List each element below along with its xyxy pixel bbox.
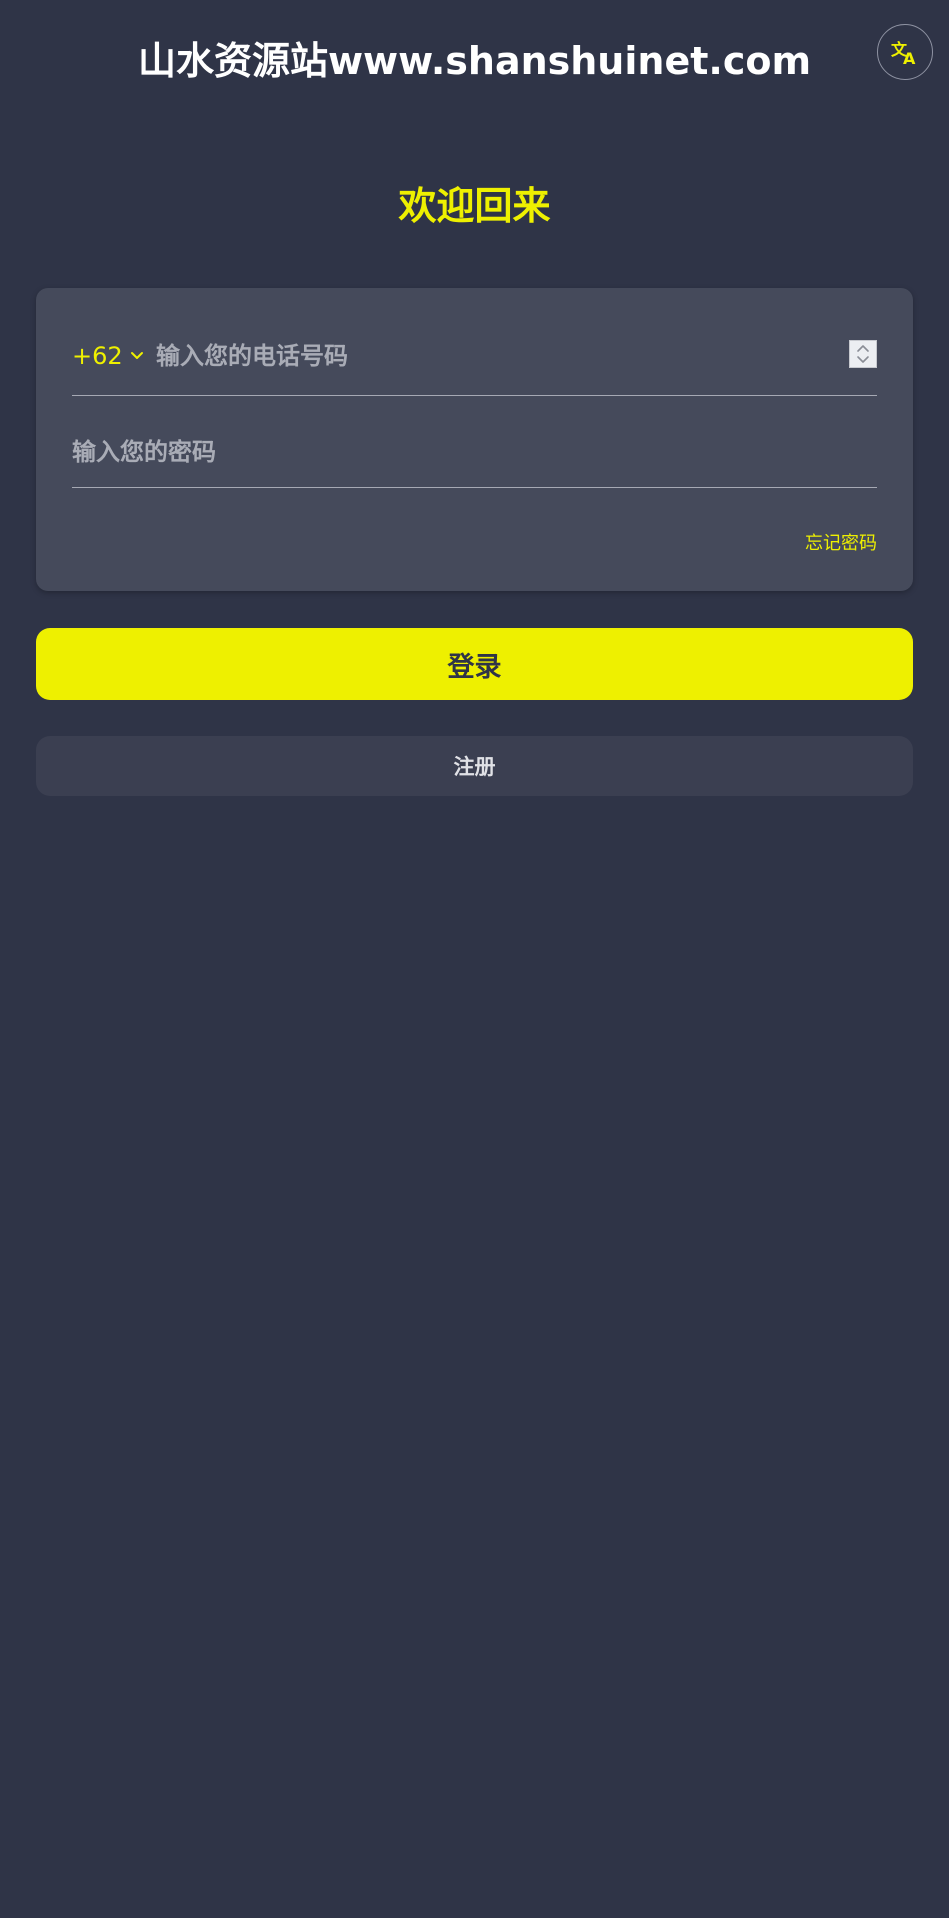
password-field bbox=[72, 420, 877, 488]
svg-text:A: A bbox=[903, 49, 916, 67]
phone-field: +62 bbox=[72, 328, 877, 396]
welcome-heading: 欢迎回来 bbox=[398, 184, 551, 228]
login-button[interactable]: 登录 bbox=[36, 628, 913, 700]
login-form-card: +62 忘记密码 bbox=[36, 288, 913, 591]
spinner-arrows-icon bbox=[857, 345, 869, 363]
forgot-password-link[interactable]: 忘记密码 bbox=[805, 532, 877, 556]
country-code-select[interactable]: +62 bbox=[72, 336, 145, 376]
translate-icon: 文 A bbox=[891, 40, 916, 67]
site-title: 山水资源站www.shanshuinet.com bbox=[137, 39, 812, 83]
language-button[interactable]: 文 A bbox=[877, 24, 933, 80]
chevron-down-icon bbox=[130, 352, 143, 359]
number-spinner[interactable] bbox=[849, 340, 877, 368]
country-code-label: +62 bbox=[72, 342, 123, 370]
register-button[interactable]: 注册 bbox=[36, 736, 913, 796]
phone-input[interactable] bbox=[156, 336, 816, 376]
header: 山水资源站www.shanshuinet.com 文 A bbox=[0, 0, 949, 120]
password-input[interactable] bbox=[72, 432, 877, 472]
